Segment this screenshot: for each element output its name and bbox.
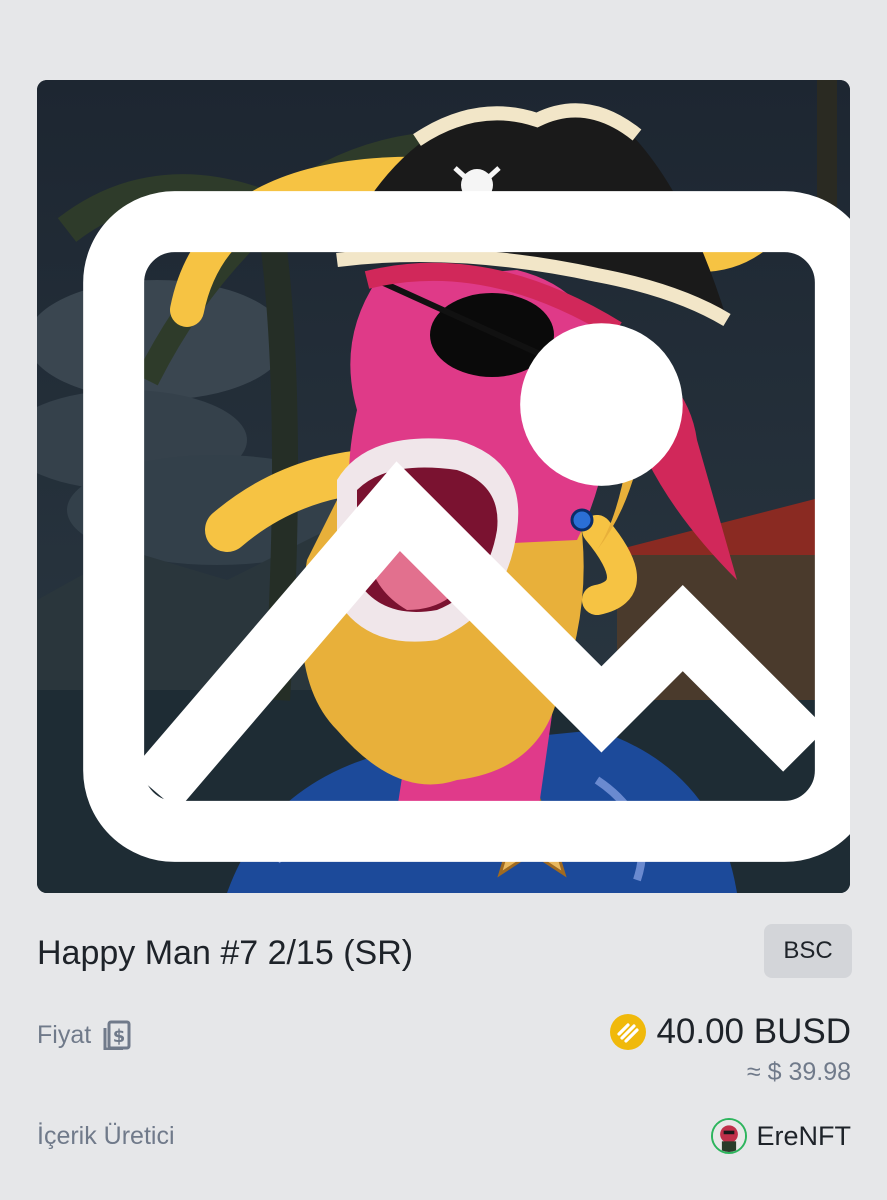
svg-text:$: $ <box>113 1026 126 1047</box>
nft-title: Happy Man #7 2/15 (SR) <box>37 934 414 972</box>
price-usd-estimate: ≈ $ 39.98 <box>746 1058 851 1086</box>
avatar <box>710 1118 747 1154</box>
like-counter[interactable]: 0 <box>747 821 802 849</box>
price-amount: 40.00 BUSD <box>656 1012 851 1051</box>
image-icon <box>83 191 850 862</box>
nft-artwork[interactable]: 0 <box>37 80 850 893</box>
calculator-dollar-icon[interactable]: $ <box>103 1020 131 1050</box>
price-amount-row: 40.00 BUSD <box>610 1012 851 1052</box>
like-count: 0 <box>788 821 802 848</box>
creator-name: EreNFT <box>756 1120 852 1151</box>
price-label-row: Fiyat $ <box>37 1020 131 1050</box>
busd-icon <box>610 1014 647 1050</box>
chain-badge: BSC <box>764 924 852 978</box>
heart-icon <box>747 822 779 848</box>
price-label: Fiyat <box>37 1020 92 1049</box>
creator-link[interactable]: EreNFT <box>710 1118 852 1154</box>
creator-label: İçerik Üretici <box>37 1122 175 1150</box>
